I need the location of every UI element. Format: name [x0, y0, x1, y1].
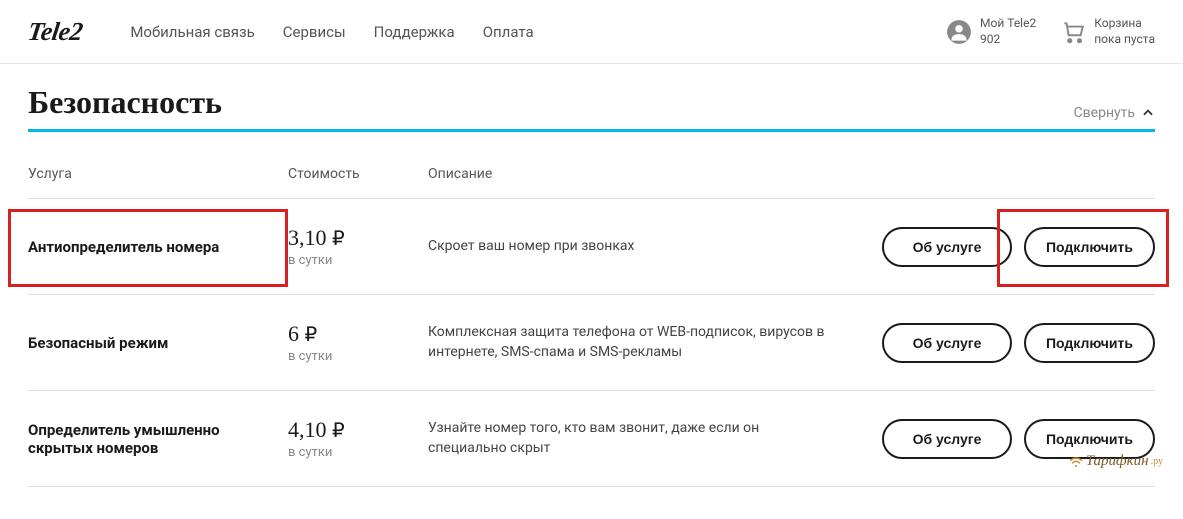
- account-link[interactable]: Мой Tele2 902: [946, 16, 1036, 47]
- price-period: в сутки: [288, 349, 412, 364]
- connect-button[interactable]: Подключить: [1024, 419, 1155, 459]
- cart-label: Корзина: [1094, 16, 1155, 32]
- service-price: 3,10 ₽: [288, 225, 412, 251]
- cart-text: Корзина пока пуста: [1094, 16, 1155, 47]
- chevron-up-icon: [1141, 106, 1155, 120]
- cart-icon: [1060, 19, 1086, 45]
- th-desc: Описание: [428, 166, 845, 182]
- page-title: Безопасность: [28, 84, 222, 121]
- nav-item-services[interactable]: Сервисы: [283, 23, 346, 41]
- table-row: Антиопределитель номера 3,10 ₽ в сутки С…: [28, 199, 1155, 295]
- section-security: Безопасность Свернуть Услуга Стоимость О…: [0, 64, 1183, 487]
- logo[interactable]: Tele2: [26, 17, 85, 47]
- service-price: 4,10 ₽: [288, 417, 412, 443]
- price-period: в сутки: [288, 445, 412, 460]
- about-button[interactable]: Об услуге: [882, 419, 1012, 459]
- cart-sub: пока пуста: [1094, 32, 1155, 48]
- collapse-label: Свернуть: [1074, 105, 1135, 121]
- connect-button[interactable]: Подключить: [1024, 227, 1155, 267]
- account-label: Мой Tele2: [980, 16, 1036, 32]
- service-name[interactable]: Определитель умышленно скрытых номеров: [28, 421, 272, 457]
- th-service: Услуга: [28, 166, 288, 182]
- table-row: Определитель умышленно скрытых номеров 4…: [28, 391, 1155, 487]
- about-button[interactable]: Об услуге: [882, 323, 1012, 363]
- section-head: Безопасность Свернуть: [28, 84, 1155, 127]
- account-text: Мой Tele2 902: [980, 16, 1036, 47]
- nav-item-payment[interactable]: Оплата: [483, 23, 534, 41]
- price-period: в сутки: [288, 253, 412, 268]
- service-desc: Узнайте номер того, кто вам звонит, даже…: [428, 419, 829, 458]
- table-header: Услуга Стоимость Описание: [28, 132, 1155, 199]
- about-button[interactable]: Об услуге: [882, 227, 1012, 267]
- service-name[interactable]: Безопасный режим: [28, 334, 272, 352]
- main-nav: Мобильная связь Сервисы Поддержка Оплата: [130, 23, 946, 41]
- connect-button[interactable]: Подключить: [1024, 323, 1155, 363]
- collapse-toggle[interactable]: Свернуть: [1074, 105, 1155, 121]
- th-price: Стоимость: [288, 166, 428, 182]
- header-right: Мой Tele2 902 Корзина пока пуста: [946, 16, 1155, 47]
- services-table: Услуга Стоимость Описание Антиопределите…: [28, 132, 1155, 487]
- account-sub: 902: [980, 32, 1036, 48]
- nav-item-mobile[interactable]: Мобильная связь: [130, 23, 254, 41]
- nav-item-support[interactable]: Поддержка: [374, 23, 455, 41]
- service-price: 6 ₽: [288, 321, 412, 347]
- person-icon: [946, 19, 972, 45]
- service-name[interactable]: Антиопределитель номера: [28, 238, 272, 256]
- table-row: Безопасный режим 6 ₽ в сутки Комплексная…: [28, 295, 1155, 391]
- header: Tele2 Мобильная связь Сервисы Поддержка …: [0, 0, 1183, 64]
- service-desc: Комплексная защита телефона от WEB-подпи…: [428, 323, 829, 362]
- cart-link[interactable]: Корзина пока пуста: [1060, 16, 1155, 47]
- service-desc: Скроет ваш номер при звонках: [428, 237, 829, 257]
